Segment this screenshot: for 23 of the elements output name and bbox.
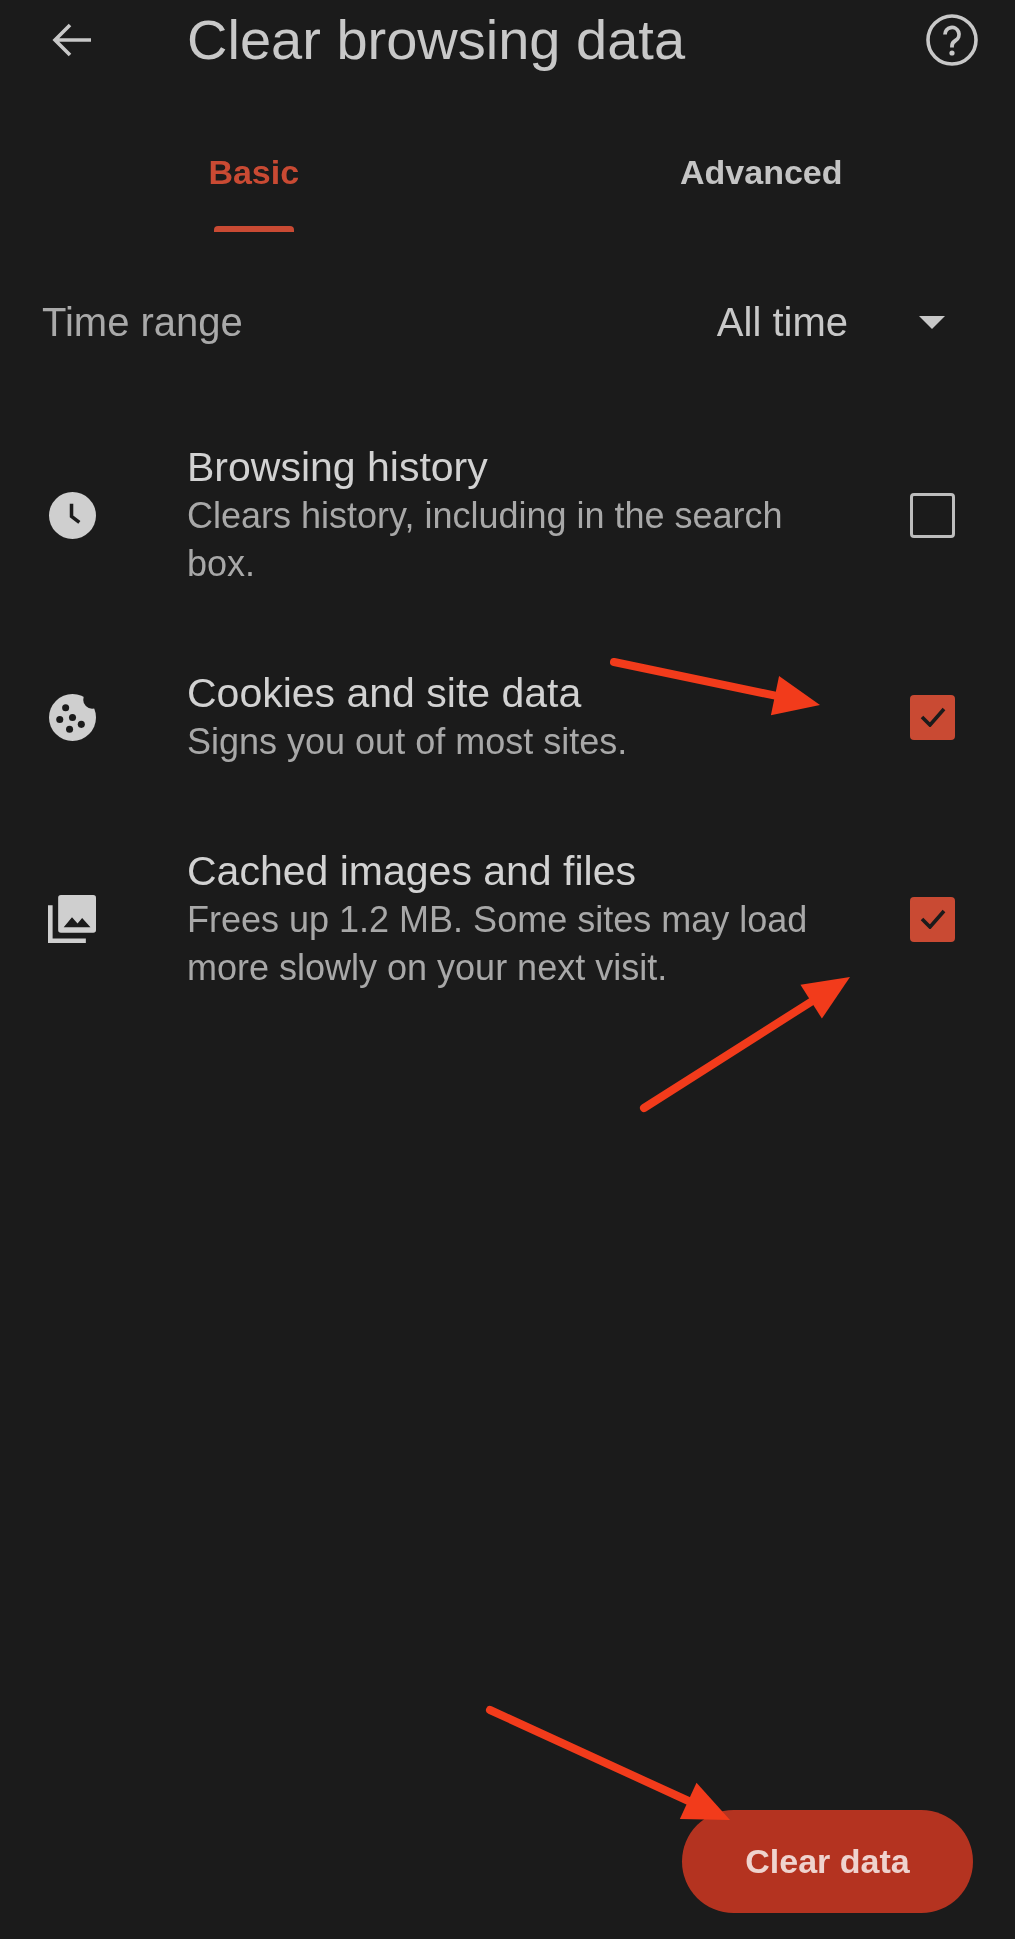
tab[interactable]: Basic xyxy=(0,112,508,232)
item-description: Frees up 1.2 MB. Some sites may load more slowly on your next visit. xyxy=(187,898,809,990)
clear-data-button[interactable]: Clear data xyxy=(682,1810,973,1913)
time-range-label: Time range xyxy=(42,299,243,346)
back-icon[interactable] xyxy=(52,23,92,57)
tab[interactable]: Advanced xyxy=(507,112,1015,232)
photo-stack-icon xyxy=(48,893,96,945)
help-icon[interactable] xyxy=(926,14,978,66)
item-description: Signs you out of most sites. xyxy=(187,720,628,764)
item-description: Clears history, including in the search box. xyxy=(187,494,784,586)
time-range-dropdown[interactable]: All time xyxy=(716,298,945,346)
item-title: Browsing history xyxy=(187,443,488,492)
clock-icon xyxy=(48,491,96,539)
item-title: Cookies and site data xyxy=(187,669,582,718)
checkbox[interactable] xyxy=(910,694,955,740)
checkmark-icon xyxy=(919,707,946,727)
dropdown-caret-icon xyxy=(919,315,945,329)
checkmark-icon xyxy=(919,909,946,929)
item-title: Cached images and files xyxy=(187,847,636,896)
checkbox[interactable] xyxy=(910,492,955,538)
cookie-icon xyxy=(48,693,96,741)
checkbox[interactable] xyxy=(910,896,955,942)
page-title: Clear browsing data xyxy=(187,8,686,72)
